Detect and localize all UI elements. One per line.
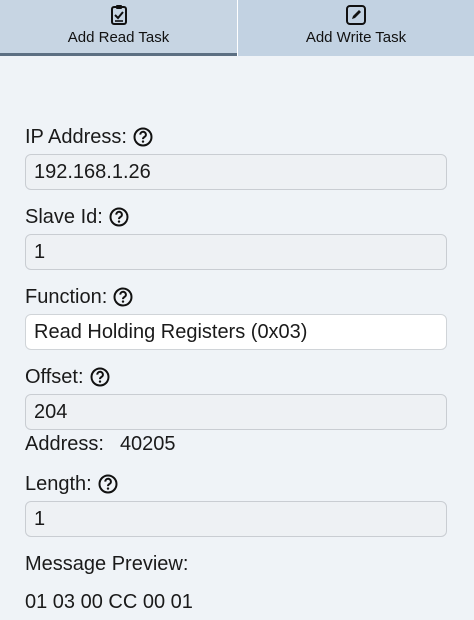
message-preview-value: 01 03 00 CC 00 01 [25,590,193,613]
function-select[interactable]: Read Holding Registers (0x03) [25,314,447,350]
help-icon[interactable] [90,367,110,387]
clipboard-check-icon [108,4,130,26]
address-label: Address: [25,432,104,455]
function-label: Function: [25,285,108,308]
help-icon[interactable] [109,207,129,227]
tab-label: Add Read Task [67,29,170,46]
ip-address-value: 192.168.1.26 [34,160,151,183]
help-icon[interactable] [113,287,133,307]
address-row: Address: 40205 [25,430,176,458]
ip-address-label-row: IP Address: [25,123,153,151]
message-preview-label: Message Preview: [25,552,189,575]
function-value: Read Holding Registers (0x03) [34,320,308,343]
ip-address-input[interactable]: 192.168.1.26 [25,154,447,190]
help-icon[interactable] [133,127,153,147]
slave-id-label: Slave Id: [25,205,103,228]
length-label: Length: [25,472,92,495]
length-label-row: Length: [25,470,118,498]
slave-id-value: 1 [34,240,46,263]
tab-add-write-task[interactable]: Add Write Task [237,0,474,56]
edit-square-icon [345,4,367,26]
tab-bar: Add Read Task Add Write Task [0,0,474,56]
tab-add-read-task[interactable]: Add Read Task [0,0,237,56]
help-icon[interactable] [98,474,118,494]
length-input[interactable]: 1 [25,501,447,537]
tab-label: Add Write Task [305,29,407,46]
ip-address-label: IP Address: [25,125,127,148]
function-label-row: Function: [25,283,133,311]
offset-label-row: Offset: [25,363,110,391]
slave-id-input[interactable]: 1 [25,234,447,270]
offset-input[interactable]: 204 [25,394,447,430]
length-value: 1 [34,507,46,530]
address-value: 40205 [119,432,176,455]
offset-value: 204 [34,400,68,423]
offset-label: Offset: [25,365,84,388]
slave-id-label-row: Slave Id: [25,203,129,231]
